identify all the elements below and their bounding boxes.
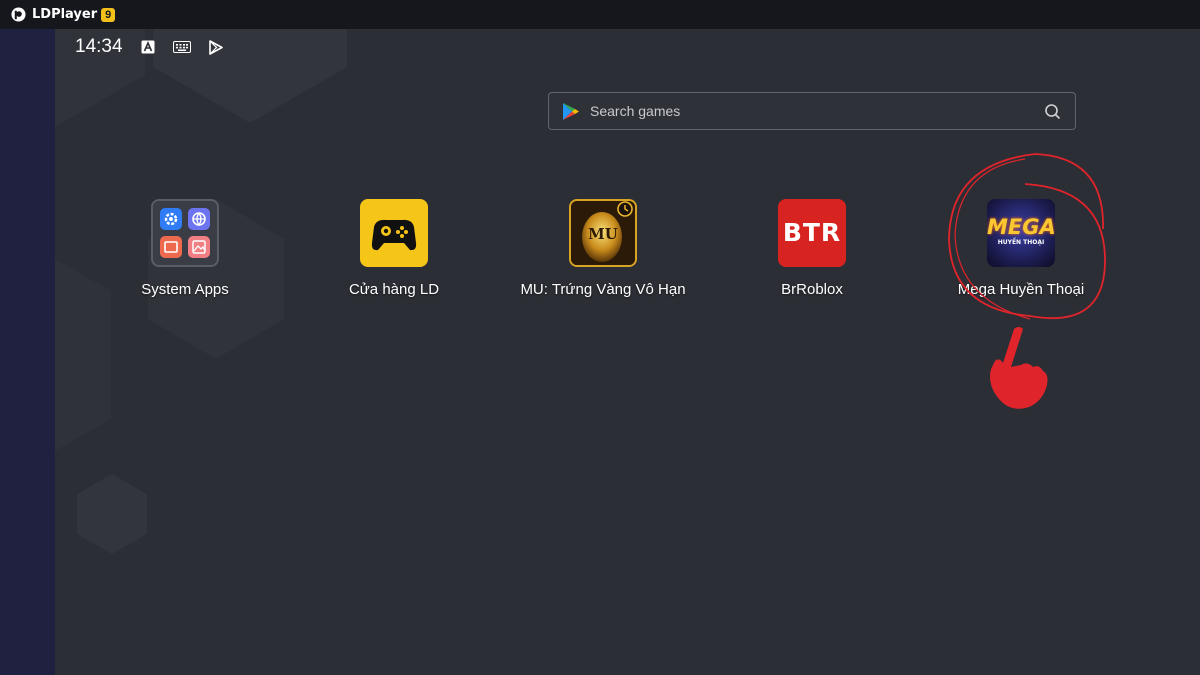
app-label: System Apps xyxy=(141,281,229,298)
app-label: MU: Trứng Vàng Vô Hạn xyxy=(520,281,686,298)
title-bar: LDPlayer 9 xyxy=(0,0,1200,29)
app-label: BrRoblox xyxy=(781,281,843,298)
google-play-logo-icon xyxy=(562,102,580,121)
app-label: Mega Huyền Thoại xyxy=(957,281,1085,298)
ldplayer-logo-icon xyxy=(11,7,26,22)
mu-golden-egg-icon[interactable]: MU xyxy=(569,199,637,267)
ld-store-gamepad-icon[interactable] xyxy=(360,199,428,267)
app-label: Cửa hàng LD xyxy=(348,281,440,298)
settings-mini-icon xyxy=(160,208,182,230)
files-mini-icon xyxy=(160,236,182,258)
search-input[interactable] xyxy=(588,95,1044,127)
app-mu-trung-vang[interactable]: MU MU: Trứng Vàng Vô Hạn xyxy=(518,199,688,298)
android-status-bar: 14:34 xyxy=(75,36,225,58)
browser-mini-icon xyxy=(188,208,210,230)
status-clock: 14:34 xyxy=(75,36,123,57)
search-icon[interactable] xyxy=(1044,103,1061,120)
system-apps-folder-icon[interactable] xyxy=(151,199,219,267)
mu-icon-text: MU xyxy=(588,225,618,243)
mega-icon-text: MEGA xyxy=(987,215,1055,239)
mega-icon-subtext: HUYỀN THOẠI xyxy=(997,239,1045,246)
app-title: LDPlayer xyxy=(32,7,98,22)
search-bar[interactable] xyxy=(548,92,1076,130)
gallery-mini-icon xyxy=(188,236,210,258)
version-badge: 9 xyxy=(101,7,116,22)
play-store-icon xyxy=(208,39,225,55)
mega-huyen-thoai-icon[interactable]: MEGA HUYỀN THOẠI xyxy=(987,199,1055,267)
app-system-apps[interactable]: System Apps xyxy=(100,199,270,298)
app-ld-store[interactable]: Cửa hàng LD xyxy=(309,199,479,298)
brroblox-icon-text: BTR xyxy=(782,218,842,247)
android-home-screen: 14:34 Search games System Apps Cửa hàng … xyxy=(55,29,1200,675)
app-brroblox[interactable]: BTR BrRoblox xyxy=(727,199,897,298)
app-mega-huyen-thoai[interactable]: MEGA HUYỀN THOẠI Mega Huyền Thoại xyxy=(936,199,1106,298)
font-a-icon xyxy=(141,40,155,54)
left-sidebar xyxy=(0,29,55,675)
brroblox-icon[interactable]: BTR xyxy=(778,199,846,267)
keyboard-icon xyxy=(172,41,191,53)
